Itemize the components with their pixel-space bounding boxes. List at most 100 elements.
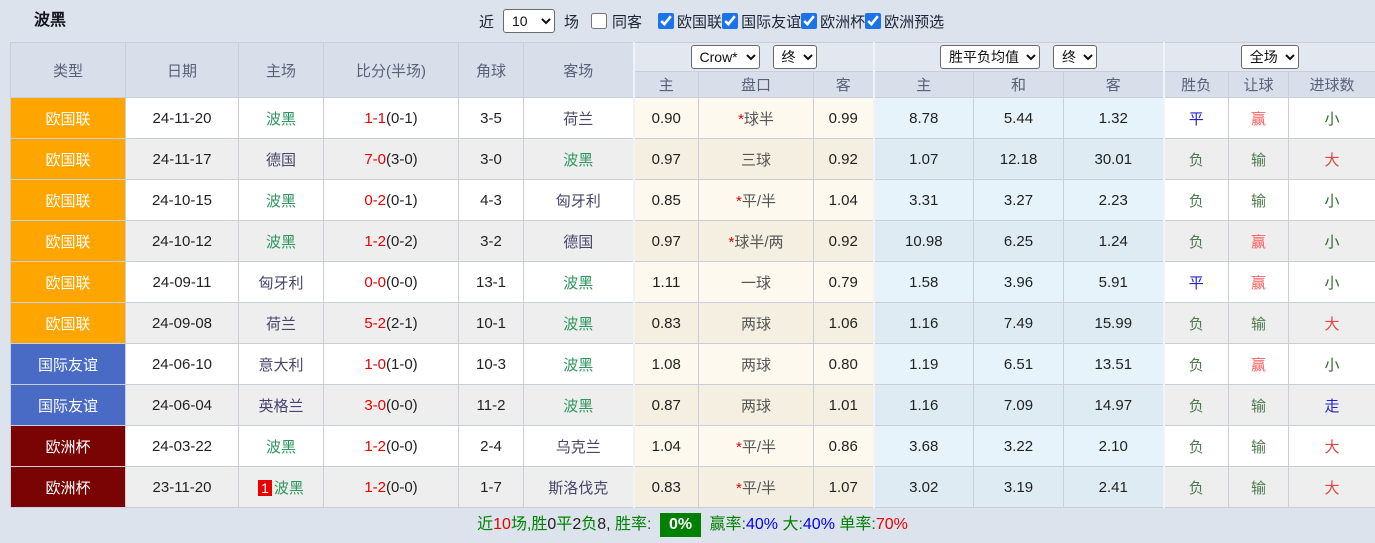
sub-header-avg-draw: 和 bbox=[974, 72, 1064, 98]
col-header-corner: 角球 bbox=[459, 43, 524, 98]
corner-cell: 2-4 bbox=[459, 426, 524, 467]
summary-text-segment: 40% bbox=[803, 516, 835, 533]
scope-select[interactable]: 全场 bbox=[1241, 45, 1299, 69]
table-row: 欧国联24-09-08荷兰5-2(2-1)10-1波黑0.83两球1.061.1… bbox=[11, 303, 1375, 344]
summary-text-segment: 近 bbox=[477, 516, 493, 533]
league-filters: 欧国联国际友谊欧洲杯欧洲预选 bbox=[658, 11, 944, 32]
league-filter-checkbox[interactable] bbox=[801, 13, 817, 29]
away-team: 波黑 bbox=[563, 357, 593, 374]
away-team: 荷兰 bbox=[563, 111, 593, 128]
avg-type-select[interactable]: 胜平负均值 bbox=[940, 45, 1040, 69]
handicap-cell: *球半 bbox=[699, 98, 814, 139]
table-row: 欧国联24-10-12波黑1-2(0-2)3-2德国0.97*球半/两0.921… bbox=[11, 221, 1375, 262]
date-cell: 24-06-04 bbox=[126, 385, 239, 426]
filter-controls: 近 10 场 同客 欧国联国际友谊欧洲杯欧洲预选 bbox=[477, 0, 944, 42]
avg-home-cell: 3.02 bbox=[874, 467, 974, 508]
table-row: 欧国联24-11-17德国7-0(3-0)3-0波黑0.97三球0.921.07… bbox=[11, 139, 1375, 180]
corner-cell: 11-2 bbox=[459, 385, 524, 426]
odds-away-cell: 0.99 bbox=[814, 98, 874, 139]
score-cell: 1-2(0-0) bbox=[324, 426, 459, 467]
league-filter-checkbox[interactable] bbox=[865, 13, 881, 29]
avg-home-cell: 1.16 bbox=[874, 303, 974, 344]
league-filter-checkbox[interactable] bbox=[658, 13, 674, 29]
goals-result-cell: 大 bbox=[1289, 467, 1375, 508]
score-cell: 7-0(3-0) bbox=[324, 139, 459, 180]
sub-header-odds-home: 主 bbox=[634, 72, 699, 98]
games-label: 场 bbox=[564, 11, 579, 32]
result-cell: 负 bbox=[1164, 467, 1229, 508]
summary-text-segment: 8, bbox=[597, 516, 615, 533]
date-cell: 24-10-15 bbox=[126, 180, 239, 221]
odds-home-cell: 1.08 bbox=[634, 344, 699, 385]
handicap-result-cell: 赢 bbox=[1229, 221, 1289, 262]
odds-home-cell: 0.85 bbox=[634, 180, 699, 221]
summary-text-segment: 平 bbox=[556, 516, 572, 533]
handicap-result-cell: 输 bbox=[1229, 180, 1289, 221]
avg-home-cell: 1.19 bbox=[874, 344, 974, 385]
league-badge: 国际友谊 bbox=[11, 344, 126, 385]
score-cell: 1-1(0-1) bbox=[324, 98, 459, 139]
away-team-cell: 波黑 bbox=[524, 385, 634, 426]
summary-text-segment: 40% bbox=[746, 516, 778, 533]
goals-result-cell: 小 bbox=[1289, 221, 1375, 262]
odds-away-cell: 0.92 bbox=[814, 221, 874, 262]
handicap-cell: *平/半 bbox=[699, 467, 814, 508]
home-team-cell: 意大利 bbox=[239, 344, 324, 385]
score-cell: 3-0(0-0) bbox=[324, 385, 459, 426]
home-team: 英格兰 bbox=[258, 398, 303, 415]
home-team: 波黑 bbox=[266, 234, 296, 251]
league-filter-checkbox[interactable] bbox=[722, 13, 738, 29]
avg-draw-cell: 3.19 bbox=[974, 467, 1064, 508]
avg-draw-cell: 3.27 bbox=[974, 180, 1064, 221]
table-row: 国际友谊24-06-10意大利1-0(1-0)10-3波黑1.08两球0.801… bbox=[11, 344, 1375, 385]
avg-home-cell: 10.98 bbox=[874, 221, 974, 262]
result-cell: 平 bbox=[1164, 262, 1229, 303]
home-team: 波黑 bbox=[266, 439, 296, 456]
avg-away-cell: 2.23 bbox=[1064, 180, 1164, 221]
home-team: 波黑 bbox=[274, 480, 304, 497]
goals-result-cell: 走 bbox=[1289, 385, 1375, 426]
summary-text-segment: 单率: bbox=[835, 516, 876, 533]
home-team-cell: 英格兰 bbox=[239, 385, 324, 426]
league-badge: 欧国联 bbox=[11, 139, 126, 180]
page-title: 波黑 bbox=[34, 0, 66, 42]
result-cell: 负 bbox=[1164, 303, 1229, 344]
odds-company-select[interactable]: Crow* bbox=[691, 45, 760, 69]
handicap-result-cell: 赢 bbox=[1229, 98, 1289, 139]
result-cell: 负 bbox=[1164, 426, 1229, 467]
away-team-cell: 波黑 bbox=[524, 262, 634, 303]
goals-result-cell: 小 bbox=[1289, 98, 1375, 139]
home-team-cell: 德国 bbox=[239, 139, 324, 180]
sub-header-avg-home: 主 bbox=[874, 72, 974, 98]
goals-result-cell: 小 bbox=[1289, 262, 1375, 303]
corner-cell: 10-1 bbox=[459, 303, 524, 344]
league-badge: 欧国联 bbox=[11, 180, 126, 221]
away-team: 波黑 bbox=[563, 152, 593, 169]
summary-text-segment: 2 bbox=[572, 516, 581, 533]
odds-time-select[interactable]: 终 bbox=[773, 45, 817, 69]
league-filter-item: 欧洲杯 bbox=[801, 11, 865, 32]
odds-away-cell: 0.79 bbox=[814, 262, 874, 303]
avg-away-cell: 15.99 bbox=[1064, 303, 1164, 344]
avg-time-select[interactable]: 终 bbox=[1053, 45, 1097, 69]
away-team: 波黑 bbox=[563, 398, 593, 415]
score-cell: 1-2(0-2) bbox=[324, 221, 459, 262]
sub-header-avg-away: 客 bbox=[1064, 72, 1164, 98]
home-team-cell: 1波黑 bbox=[239, 467, 324, 508]
home-team-cell: 波黑 bbox=[239, 98, 324, 139]
avg-draw-cell: 3.22 bbox=[974, 426, 1064, 467]
home-team: 德国 bbox=[266, 152, 296, 169]
same-venue-checkbox[interactable] bbox=[591, 13, 607, 29]
table-row: 欧国联24-10-15波黑0-2(0-1)4-3匈牙利0.85*平/半1.043… bbox=[11, 180, 1375, 221]
sub-header-handicap: 盘口 bbox=[699, 72, 814, 98]
league-badge: 欧国联 bbox=[11, 221, 126, 262]
away-team-cell: 波黑 bbox=[524, 139, 634, 180]
goals-result-cell: 大 bbox=[1289, 426, 1375, 467]
corner-cell: 3-2 bbox=[459, 221, 524, 262]
away-team: 德国 bbox=[563, 234, 593, 251]
recent-count-select[interactable]: 10 bbox=[503, 9, 555, 33]
result-cell: 负 bbox=[1164, 221, 1229, 262]
avg-home-cell: 3.31 bbox=[874, 180, 974, 221]
date-cell: 24-03-22 bbox=[126, 426, 239, 467]
odds-away-cell: 0.80 bbox=[814, 344, 874, 385]
